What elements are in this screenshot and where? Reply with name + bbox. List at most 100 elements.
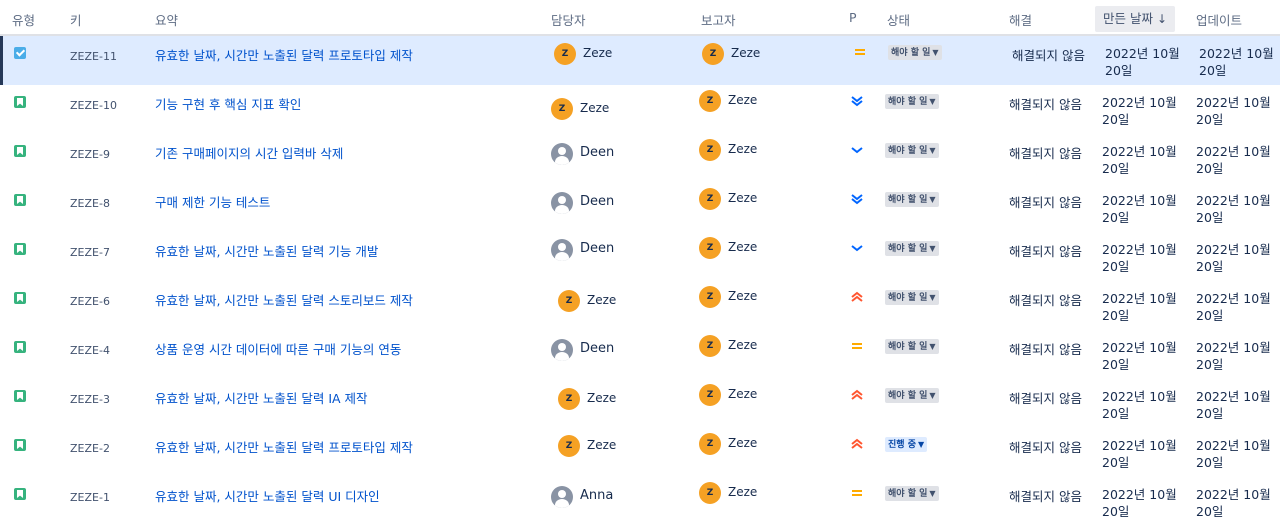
issue-summary-link[interactable]: 유효한 날짜, 시간만 노출된 달력 프로토타입 제작 <box>155 437 413 456</box>
assignee-name: Deen <box>580 194 615 209</box>
issue-summary-link[interactable]: 구매 제한 기능 테스트 <box>155 192 270 211</box>
issue-key[interactable]: ZEZE-11 <box>70 50 117 63</box>
table-row[interactable]: ZEZE-8 구매 제한 기능 테스트 Deen Z Zeze 해야 할 일 ▼ 해결되지 않… <box>0 183 1280 232</box>
sort-arrow-down-icon: ↓ <box>1156 12 1168 26</box>
story-bookmark-icon <box>14 341 26 353</box>
column-header-reporter[interactable]: 보고자 <box>701 10 736 29</box>
issue-summary-link[interactable]: 유효한 날짜, 시간만 노출된 달력 스토리보드 제작 <box>155 290 413 309</box>
chevron-down-icon: ▼ <box>929 146 936 155</box>
status-dropdown[interactable]: 해야 할 일 ▼ <box>885 241 939 256</box>
table-row[interactable]: ZEZE-10 기능 구현 후 핵심 지표 확인 Z Zeze Z Zeze 해야 할 일 ▼… <box>0 85 1280 134</box>
assignee-name: Deen <box>580 241 615 256</box>
issue-key[interactable]: ZEZE-10 <box>70 99 117 112</box>
issue-key[interactable]: ZEZE-9 <box>70 148 110 161</box>
story-bookmark-icon <box>14 96 26 108</box>
updated-date: 2022년 10월 20일 <box>1196 291 1271 323</box>
column-header-summary[interactable]: 요약 <box>155 10 178 29</box>
column-header-type[interactable]: 유형 <box>12 10 35 29</box>
created-date: 2022년 10월 20일 <box>1102 389 1177 421</box>
issue-key[interactable]: ZEZE-4 <box>70 344 110 357</box>
table-row[interactable]: ZEZE-4 상품 운영 시간 데이터에 따른 구매 기능의 연동 Deen Z Zez… <box>0 330 1280 379</box>
created-date: 2022년 10월 20일 <box>1105 46 1180 78</box>
reporter-avatar: Z <box>702 43 724 65</box>
column-header-assignee[interactable]: 담당자 <box>551 10 586 29</box>
status-label: 해야 할 일 <box>888 97 928 107</box>
chevron-down-icon: ▼ <box>932 48 939 57</box>
table-row[interactable]: ZEZE-11 유효한 날짜, 시간만 노출된 달력 프로토타입 제작 Z Zeze Z… <box>0 36 1280 85</box>
chevron-down-icon: ▼ <box>929 489 936 498</box>
issue-key[interactable]: ZEZE-3 <box>70 393 110 406</box>
reporter-name: Zeze <box>731 46 761 60</box>
resolution-text: 해결되지 않음 <box>1009 440 1082 455</box>
column-header-resolution[interactable]: 해결 <box>1009 10 1032 29</box>
issue-summary-link[interactable]: 유효한 날짜, 시간만 노출된 달력 프로토타입 제작 <box>155 45 413 64</box>
status-label: 해야 할 일 <box>888 391 928 401</box>
issue-key[interactable]: ZEZE-6 <box>70 295 110 308</box>
issue-summary-link[interactable]: 상품 운영 시간 데이터에 따른 구매 기능의 연동 <box>155 339 401 358</box>
issue-key[interactable]: ZEZE-1 <box>70 491 110 504</box>
issue-summary-link[interactable]: 유효한 날짜, 시간만 노출된 달력 IA 제작 <box>155 388 368 407</box>
reporter-avatar: Z <box>699 90 721 112</box>
issue-key[interactable]: ZEZE-2 <box>70 442 110 455</box>
updated-date: 2022년 10월 20일 <box>1196 438 1271 470</box>
chevron-down-icon: ▼ <box>929 97 936 106</box>
updated-date: 2022년 10월 20일 <box>1199 46 1274 78</box>
table-row[interactable]: ZEZE-6 유효한 날짜, 시간만 노출된 달력 스토리보드 제작 Z Zeze Z Z… <box>0 281 1280 330</box>
resolution-text: 해결되지 않음 <box>1009 391 1082 406</box>
assignee-name: Zeze <box>587 438 617 452</box>
resolution-text: 해결되지 않음 <box>1009 146 1082 161</box>
assignee-avatar: Z <box>551 98 573 120</box>
priority-highest-icon <box>851 437 863 451</box>
created-date: 2022년 10월 20일 <box>1102 242 1177 274</box>
table-row[interactable]: ZEZE-2 유효한 날짜, 시간만 노출된 달력 프로토타입 제작 Z Zeze Z Z… <box>0 428 1280 477</box>
column-header-updated[interactable]: 업데이트 <box>1196 10 1242 29</box>
story-bookmark-icon <box>14 488 26 500</box>
updated-date: 2022년 10월 20일 <box>1196 242 1271 274</box>
default-user-avatar-icon <box>551 486 573 508</box>
column-header-status[interactable]: 상태 <box>887 10 910 29</box>
status-dropdown[interactable]: 해야 할 일 ▼ <box>885 290 939 305</box>
chevron-down-icon: ▼ <box>929 293 936 302</box>
status-label: 해야 할 일 <box>888 195 928 205</box>
priority-medium-icon <box>854 45 866 59</box>
status-dropdown[interactable]: 해야 할 일 ▼ <box>885 94 939 109</box>
status-dropdown[interactable]: 해야 할 일 ▼ <box>888 45 942 60</box>
assignee-avatar: Z <box>554 43 576 65</box>
issue-summary-link[interactable]: 기능 구현 후 핵심 지표 확인 <box>155 94 301 113</box>
status-dropdown[interactable]: 해야 할 일 ▼ <box>885 388 939 403</box>
table-row[interactable]: ZEZE-9 기존 구매페이지의 시간 입력바 삭제 Deen Z Zeze 해야 할 일… <box>0 134 1280 183</box>
column-header-priority[interactable]: P <box>849 10 857 25</box>
story-bookmark-icon <box>14 439 26 451</box>
table-row[interactable]: ZEZE-1 유효한 날짜, 시간만 노출된 달력 UI 디자인 Anna Z Zeze… <box>0 477 1280 526</box>
reporter-name: Zeze <box>728 338 758 352</box>
status-label: 해야 할 일 <box>888 146 928 156</box>
issue-summary-link[interactable]: 유효한 날짜, 시간만 노출된 달력 UI 디자인 <box>155 486 380 505</box>
status-dropdown[interactable]: 진행 중 ▼ <box>885 437 928 452</box>
reporter-avatar: Z <box>699 482 721 504</box>
updated-date: 2022년 10월 20일 <box>1196 144 1271 176</box>
priority-low-icon <box>851 143 863 157</box>
priority-highest-icon <box>851 388 863 402</box>
assignee-avatar: Z <box>558 290 580 312</box>
status-dropdown[interactable]: 해야 할 일 ▼ <box>885 339 939 354</box>
status-dropdown[interactable]: 해야 할 일 ▼ <box>885 143 939 158</box>
issue-summary-link[interactable]: 유효한 날짜, 시간만 노출된 달력 기능 개발 <box>155 241 378 260</box>
status-dropdown[interactable]: 해야 할 일 ▼ <box>885 486 939 501</box>
reporter-avatar: Z <box>699 384 721 406</box>
updated-date: 2022년 10월 20일 <box>1196 193 1271 225</box>
issue-summary-link[interactable]: 기존 구매페이지의 시간 입력바 삭제 <box>155 143 343 162</box>
table-row[interactable]: ZEZE-3 유효한 날짜, 시간만 노출된 달력 IA 제작 Z Zeze Z Zeze… <box>0 379 1280 428</box>
default-user-avatar-icon <box>551 339 573 361</box>
chevron-down-icon: ▼ <box>929 342 936 351</box>
status-dropdown[interactable]: 해야 할 일 ▼ <box>885 192 939 207</box>
issue-key[interactable]: ZEZE-8 <box>70 197 110 210</box>
table-row[interactable]: ZEZE-7 유효한 날짜, 시간만 노출된 달력 기능 개발 Deen Z Zeze 해… <box>0 232 1280 281</box>
story-bookmark-icon <box>14 145 26 157</box>
reporter-avatar: Z <box>699 286 721 308</box>
created-date: 2022년 10월 20일 <box>1102 487 1177 519</box>
issue-key[interactable]: ZEZE-7 <box>70 246 110 259</box>
issue-table-header: 유형 키 요약 담당자 보고자 P 상태 해결 만든 날짜 ↓ 업데이트 <box>0 0 1280 36</box>
status-label: 해야 할 일 <box>888 293 928 303</box>
column-header-key[interactable]: 키 <box>70 10 82 29</box>
column-header-created[interactable]: 만든 날짜 ↓ <box>1095 6 1176 32</box>
